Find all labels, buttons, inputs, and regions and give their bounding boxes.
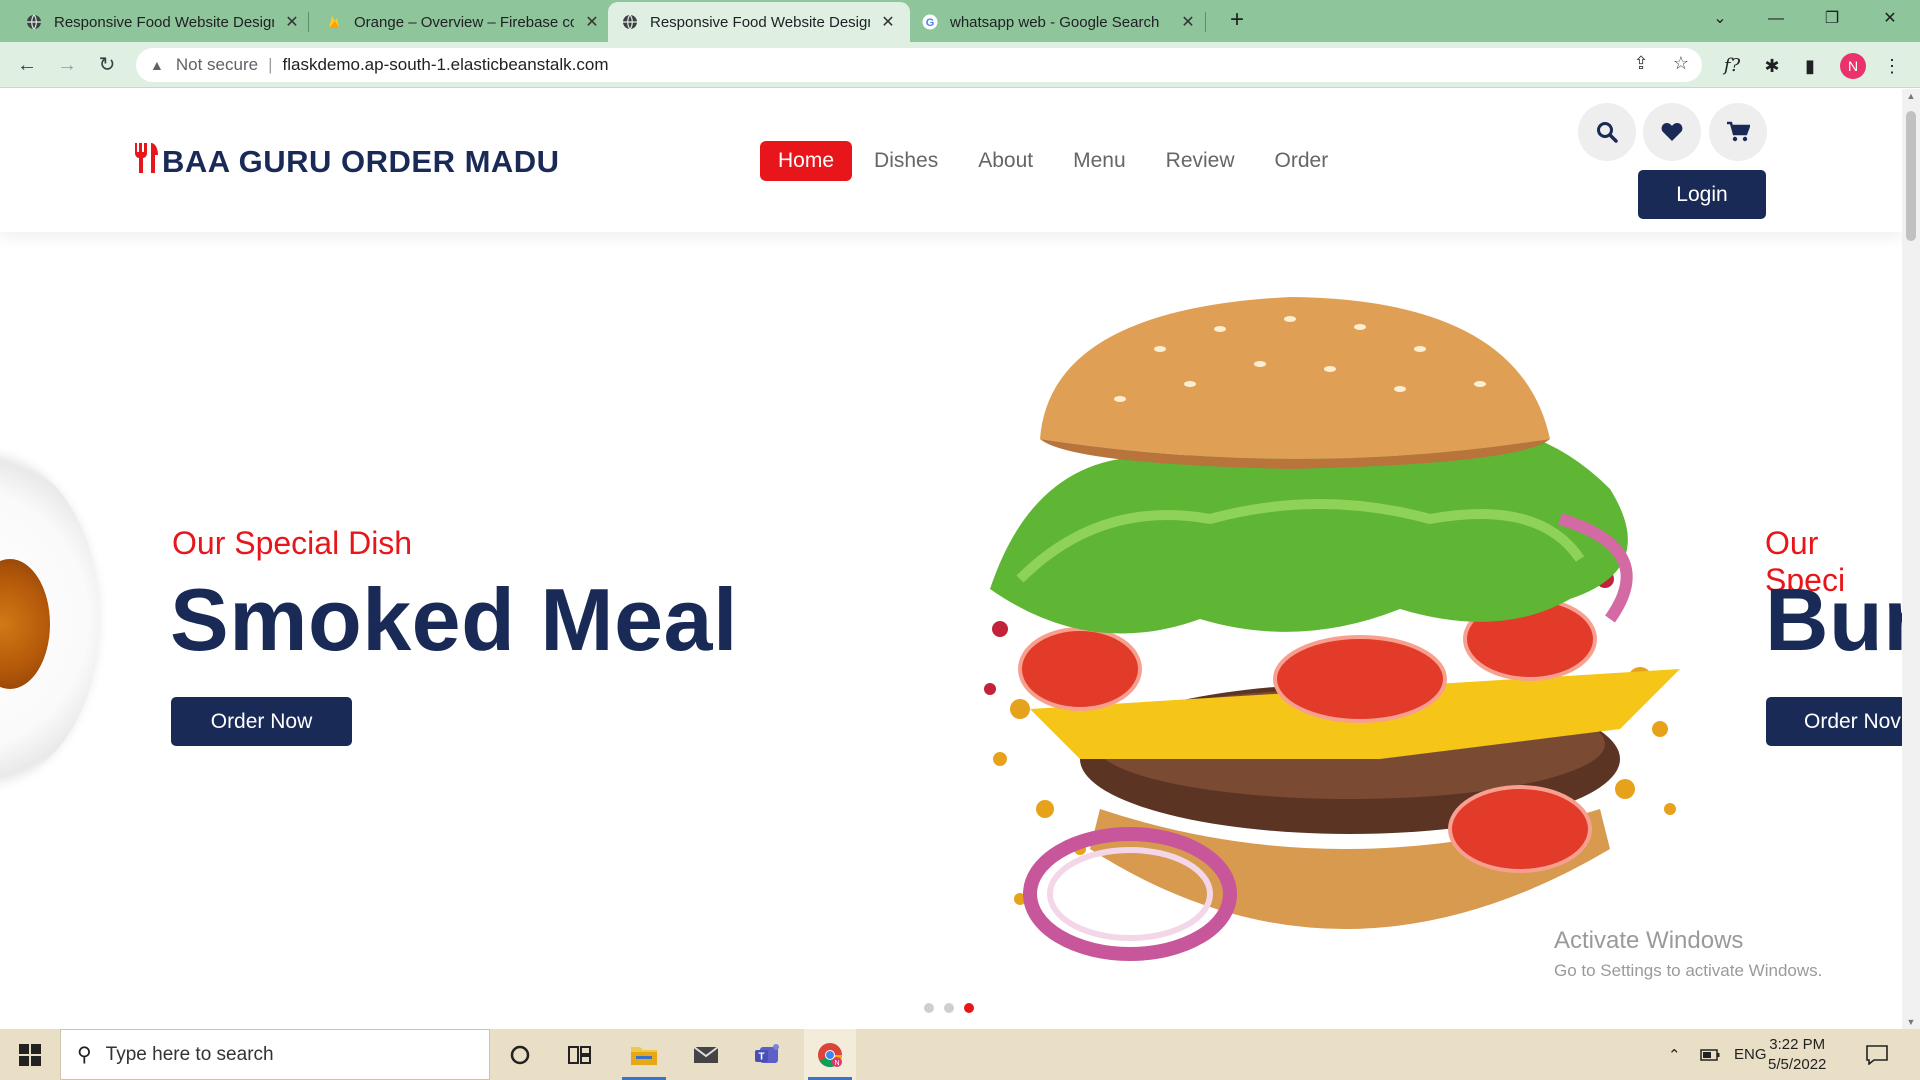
globe-icon	[622, 14, 638, 30]
cart-button[interactable]	[1709, 103, 1767, 161]
mail-icon[interactable]	[680, 1029, 732, 1080]
taskbar-search-box[interactable]: ⚲ Type here to search	[60, 1029, 490, 1080]
top-bun	[1040, 297, 1550, 459]
tab-title: Orange – Overview – Firebase co	[354, 13, 574, 31]
nav-about[interactable]: About	[960, 141, 1051, 181]
scroll-thumb[interactable]	[1906, 111, 1916, 241]
task-view-icon[interactable]	[554, 1029, 606, 1080]
language-indicator[interactable]: ENG	[1734, 1029, 1767, 1080]
login-button[interactable]: Login	[1638, 170, 1766, 219]
fork-knife-icon	[132, 141, 160, 183]
minimize-button[interactable]: —	[1748, 0, 1804, 40]
windows-logo-icon	[19, 1043, 41, 1066]
close-tab-icon[interactable]: ✕	[584, 12, 600, 32]
bookmark-star-icon[interactable]: ☆	[1668, 50, 1694, 76]
start-button[interactable]	[0, 1029, 60, 1080]
taskbar-search-placeholder: Type here to search	[105, 1043, 274, 1065]
burger-image	[984, 297, 1680, 961]
security-label[interactable]: Not secure	[176, 55, 258, 75]
google-icon: G	[922, 14, 938, 30]
close-tab-icon[interactable]: ✕	[1180, 12, 1196, 32]
side-panel-icon[interactable]: ▮	[1796, 52, 1824, 80]
activate-windows-watermark: Activate Windows Go to Settings to activ…	[1554, 927, 1822, 981]
nav-review[interactable]: Review	[1148, 141, 1253, 181]
battery-icon[interactable]	[1700, 1029, 1720, 1080]
svg-text:T: T	[758, 1051, 764, 1062]
tab-title: Responsive Food Website Design	[54, 13, 274, 31]
slide-title: Smoked Meal	[170, 570, 738, 669]
firebase-icon	[326, 14, 342, 30]
globe-icon	[26, 14, 42, 30]
more-menu-icon[interactable]: ⋮	[1878, 52, 1906, 80]
site-logo[interactable]: BAA GURU ORDER MADU	[132, 141, 560, 183]
clock-date: 5/5/2022	[1768, 1056, 1827, 1073]
address-bar[interactable]: ▲ Not secure | flaskdemo.ap-south-1.elas…	[136, 48, 1702, 82]
scroll-up-arrow-icon[interactable]: ▲	[1902, 91, 1920, 101]
nav-menu[interactable]: Menu	[1055, 141, 1144, 181]
logo-text: BAA GURU ORDER MADU	[162, 144, 560, 179]
search-button[interactable]	[1578, 103, 1636, 161]
svg-text:N: N	[834, 1060, 839, 1067]
nav-dishes[interactable]: Dishes	[856, 141, 956, 181]
show-hidden-icons-chevron-icon[interactable]: ⌃	[1668, 1029, 1681, 1080]
tab-title: whatsapp web - Google Search	[950, 13, 1160, 31]
browser-tab-3[interactable]: Responsive Food Website Design ✕	[608, 2, 910, 42]
browser-toolbar: ← → ↻ ▲ Not secure | flaskdemo.ap-south-…	[0, 42, 1920, 88]
cart-icon	[1727, 121, 1750, 142]
browser-tab-1[interactable]: Responsive Food Website Design ✕	[12, 2, 314, 42]
close-tab-icon[interactable]: ✕	[880, 12, 896, 32]
svg-text:G: G	[926, 17, 935, 29]
slide-subtitle: Our Special Dish	[172, 525, 413, 561]
address-divider: |	[268, 55, 273, 74]
system-clock[interactable]: 3:22 PM 5/5/2022	[1768, 1035, 1826, 1075]
cortana-icon[interactable]	[494, 1029, 546, 1080]
scroll-down-arrow-icon[interactable]: ▼	[1902, 1017, 1920, 1027]
file-explorer-icon[interactable]	[618, 1029, 670, 1080]
tab-strip: Responsive Food Website Design ✕ Orange …	[0, 0, 1920, 42]
warning-triangle-icon[interactable]: ▲	[150, 57, 164, 73]
url-text[interactable]: flaskdemo.ap-south-1.elasticbeanstalk.co…	[282, 55, 608, 75]
nav-home[interactable]: Home	[760, 141, 853, 181]
teams-icon[interactable]: T	[742, 1029, 794, 1080]
back-arrow-icon[interactable]: ←	[12, 50, 42, 80]
close-tab-icon[interactable]: ✕	[284, 12, 300, 32]
share-icon[interactable]: ⇪	[1628, 50, 1654, 76]
search-icon	[1597, 122, 1618, 143]
tab-title: Responsive Food Website Design	[650, 13, 870, 31]
order-now-button[interactable]: Order Now	[171, 697, 352, 746]
next-slide-title: Bur	[1765, 570, 1902, 669]
search-icon: ⚲	[77, 1044, 92, 1066]
new-tab-button[interactable]: +	[1222, 6, 1252, 36]
notifications-icon[interactable]	[1866, 1029, 1888, 1080]
tab-search-chevron-icon[interactable]: ⌄	[1692, 0, 1748, 40]
clock-time: 3:22 PM	[1769, 1036, 1826, 1053]
watermark-line-2: Go to Settings to activate Windows.	[1554, 961, 1823, 980]
forward-arrow-icon[interactable]: →	[52, 50, 82, 80]
wishlist-button[interactable]	[1643, 103, 1701, 161]
extensions-puzzle-icon[interactable]: ✱	[1758, 52, 1786, 80]
tab-divider	[1205, 12, 1206, 32]
slider-dot-2[interactable]	[944, 1003, 954, 1013]
watermark-line-1: Activate Windows	[1554, 927, 1744, 954]
main-nav: Home Dishes About Menu Review Order	[760, 141, 1350, 181]
close-window-button[interactable]: ✕	[1862, 0, 1918, 40]
slider-pagination	[924, 1003, 984, 1013]
reload-icon[interactable]: ↻	[92, 50, 122, 80]
page-scrollbar[interactable]: ▲ ▼	[1902, 89, 1920, 1029]
profile-avatar[interactable]: N	[1840, 53, 1866, 79]
web-page: Our Special Dish Smoked Meal Order Now O…	[0, 89, 1902, 1029]
site-header: BAA GURU ORDER MADU Home Dishes About Me…	[0, 89, 1902, 232]
tab-divider	[308, 12, 309, 32]
formula-extension-icon[interactable]: f?	[1718, 52, 1746, 80]
nav-order[interactable]: Order	[1257, 141, 1347, 181]
slider-dot-1[interactable]	[924, 1003, 934, 1013]
next-order-now-button[interactable]: Order Nov	[1766, 697, 1902, 746]
windows-taskbar: ⚲ Type here to search T N ⌃ ENG 3:22 PM …	[0, 1029, 1920, 1080]
slider-dot-3[interactable]	[964, 1003, 974, 1013]
browser-tab-4[interactable]: G whatsapp web - Google Search ✕	[908, 2, 1210, 42]
restore-button[interactable]: ❐	[1804, 0, 1860, 40]
chrome-taskbar-icon[interactable]: N	[804, 1029, 856, 1080]
heart-icon	[1661, 123, 1683, 141]
browser-tab-2[interactable]: Orange – Overview – Firebase co ✕	[312, 2, 614, 42]
